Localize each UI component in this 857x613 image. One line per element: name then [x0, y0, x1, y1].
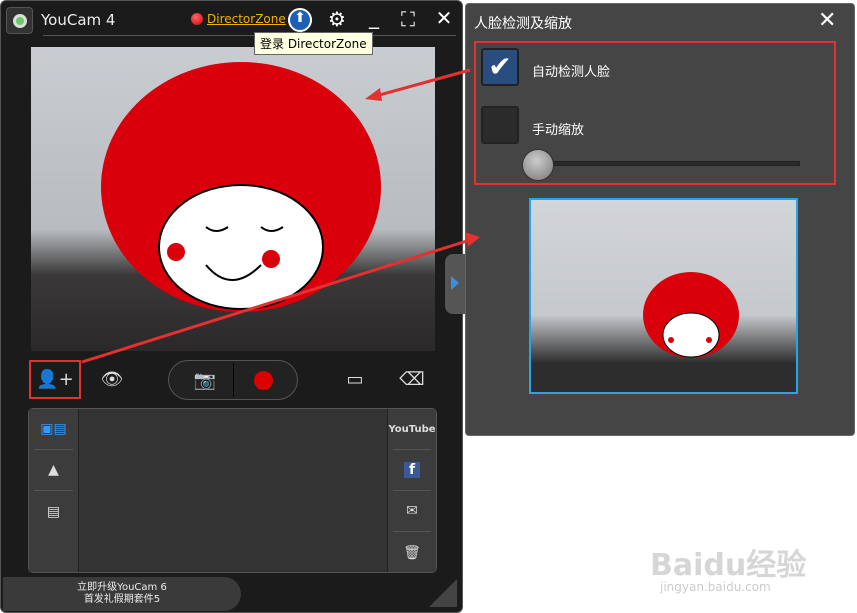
- arrow-to-face: [371, 68, 471, 99]
- baidu-watermark-url: jingyan.baidu.com: [660, 580, 771, 594]
- arrow-to-preview: [81, 238, 471, 364]
- baidu-watermark: Baidu经验: [650, 548, 807, 583]
- annotation-arrows: [81, 68, 480, 364]
